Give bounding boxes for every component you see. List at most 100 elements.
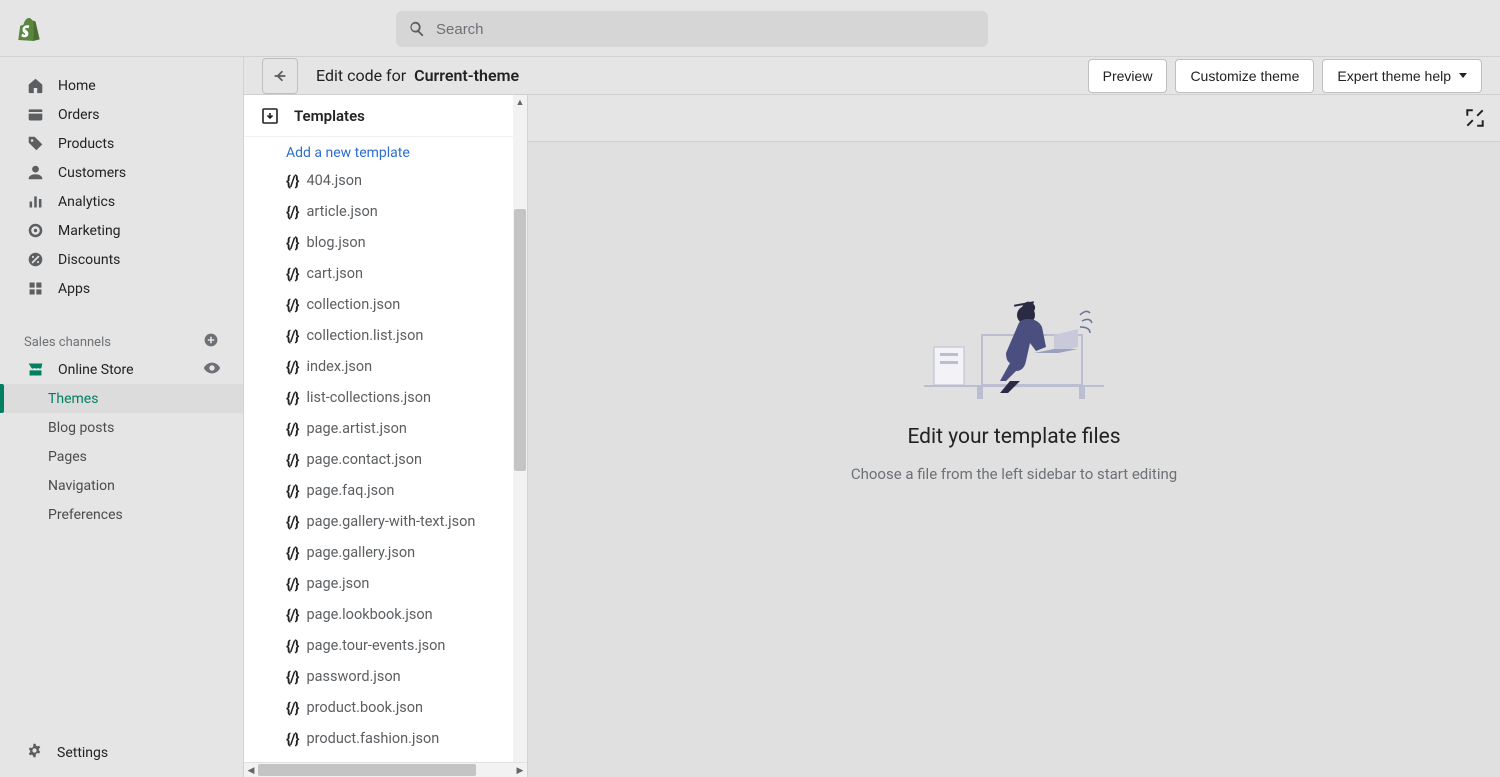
json-file-icon: {/} [286,172,298,190]
file-tree-vertical-scrollbar[interactable]: ▲ ▼ [513,95,527,777]
folder-templates[interactable]: Templates [244,95,527,137]
json-file-icon: {/} [286,451,298,469]
scroll-thumb[interactable] [258,764,476,776]
nav-products[interactable]: Products [0,129,243,158]
marketing-icon [26,222,44,239]
file-item[interactable]: {/} collection.list.json [244,320,527,351]
file-item[interactable]: {/}blog.json [244,227,527,258]
nav-label: Apps [58,281,90,297]
folder-icon [260,106,280,126]
json-file-icon: {/} [286,575,298,593]
file-tree-panel: Templates Add a new template {/} 404.json… [244,95,528,777]
subnav-preferences[interactable]: Preferences [0,500,243,529]
file-item[interactable]: {/} page.faq.json [244,475,527,506]
preview-button[interactable]: Preview [1088,59,1168,93]
button-label: Expert theme help [1337,68,1451,84]
nav-marketing[interactable]: Marketing [0,216,243,245]
nav-discounts[interactable]: Discounts [0,245,243,274]
file-item[interactable]: {/}article.json [244,196,527,227]
search-box[interactable] [396,11,988,47]
file-item[interactable]: {/} product.book.json [244,692,527,723]
subnav-navigation[interactable]: Navigation [0,471,243,500]
nav-label: Products [58,136,114,152]
nav-home[interactable]: Home [0,71,243,100]
json-file-icon: {/} [286,203,298,221]
search-input[interactable] [426,21,976,38]
subnav-label: Themes [48,391,98,407]
file-label: page.faq.json [306,482,394,499]
json-file-icon: {/} [286,327,298,345]
empty-state: Edit your template files Choose a file f… [528,285,1500,483]
top-bar [0,0,1500,57]
file-label: collection.json [306,296,400,313]
folder-label: Templates [294,107,365,125]
file-item[interactable]: {/}page.tour-events.json [244,630,527,661]
online-store-subnav: Themes Blog posts Pages Navigation Prefe… [0,384,243,529]
file-item[interactable]: {/} page.gallery.json [244,537,527,568]
expert-help-button[interactable]: Expert theme help [1322,59,1482,93]
nav-settings[interactable]: Settings [0,742,243,763]
subnav-themes[interactable]: Themes [0,384,243,413]
add-template-link[interactable]: Add a new template [244,137,527,165]
scroll-left-icon[interactable]: ◀ [244,763,258,777]
home-icon [26,77,44,94]
customize-theme-button[interactable]: Customize theme [1175,59,1314,93]
file-label: product.fashion.json [306,730,439,747]
add-channel-icon[interactable] [203,332,219,352]
json-file-icon: {/} [286,699,298,717]
json-file-icon: {/} [286,420,298,438]
file-label: page.artist.json [306,420,406,437]
nav-analytics[interactable]: Analytics [0,187,243,216]
json-file-icon: {/} [286,668,298,686]
settings-label: Settings [57,745,108,761]
search-icon [408,20,426,38]
file-label: page.gallery.json [306,544,415,561]
subnav-blog-posts[interactable]: Blog posts [0,413,243,442]
nav-customers[interactable]: Customers [0,158,243,187]
gear-icon [26,742,43,763]
file-item[interactable]: {/}collection.json [244,289,527,320]
file-tree-horizontal-scrollbar[interactable]: ◀ ▶ [244,762,527,777]
left-nav: Home Orders Products Customers Analytics… [0,57,244,777]
file-label: collection.list.json [306,327,423,344]
scroll-thumb[interactable] [514,209,526,471]
subnav-label: Blog posts [48,420,114,436]
file-item[interactable]: {/} 404.json [244,165,527,196]
file-item[interactable]: {/}page.contact.json [244,444,527,475]
file-item[interactable]: {/} page.json [244,568,527,599]
title-theme-name: Current-theme [414,66,519,85]
button-label: Customize theme [1190,68,1299,84]
subnav-pages[interactable]: Pages [0,442,243,471]
json-file-icon: {/} [286,482,298,500]
json-file-icon: {/} [286,544,298,562]
file-item[interactable]: {/}page.gallery-with-text.json [244,506,527,537]
file-item[interactable]: {/}index.json [244,351,527,382]
back-button[interactable] [262,58,298,94]
file-label: product.book.json [306,699,423,716]
scroll-right-icon[interactable]: ▶ [513,763,527,777]
scroll-up-icon[interactable]: ▲ [513,95,527,109]
subnav-label: Pages [48,449,87,465]
json-file-icon: {/} [286,234,298,252]
file-item[interactable]: {/}page.lookbook.json [244,599,527,630]
file-item[interactable]: {/}list-collections.json [244,382,527,413]
nav-apps[interactable]: Apps [0,274,243,303]
file-label: page.json [306,575,369,592]
view-store-icon[interactable] [203,359,221,381]
file-item[interactable]: {/} page.artist.json [244,413,527,444]
json-file-icon: {/} [286,513,298,531]
file-item[interactable]: {/}product.fashion.json [244,723,527,754]
nav-online-store[interactable]: Online Store [0,355,243,384]
nav-label: Discounts [58,252,120,268]
file-item[interactable]: {/}password.json [244,661,527,692]
file-label: 404.json [306,172,362,189]
expand-icon[interactable] [1464,107,1486,129]
file-item[interactable]: {/}cart.json [244,258,527,289]
products-icon [26,135,44,152]
nav-label: Orders [58,107,100,123]
nav-orders[interactable]: Orders [0,100,243,129]
title-prefix: Edit code for [316,66,406,85]
nav-label: Online Store [58,362,134,378]
page-title: Edit code for Current-theme [316,66,519,85]
file-label: page.tour-events.json [306,637,445,654]
